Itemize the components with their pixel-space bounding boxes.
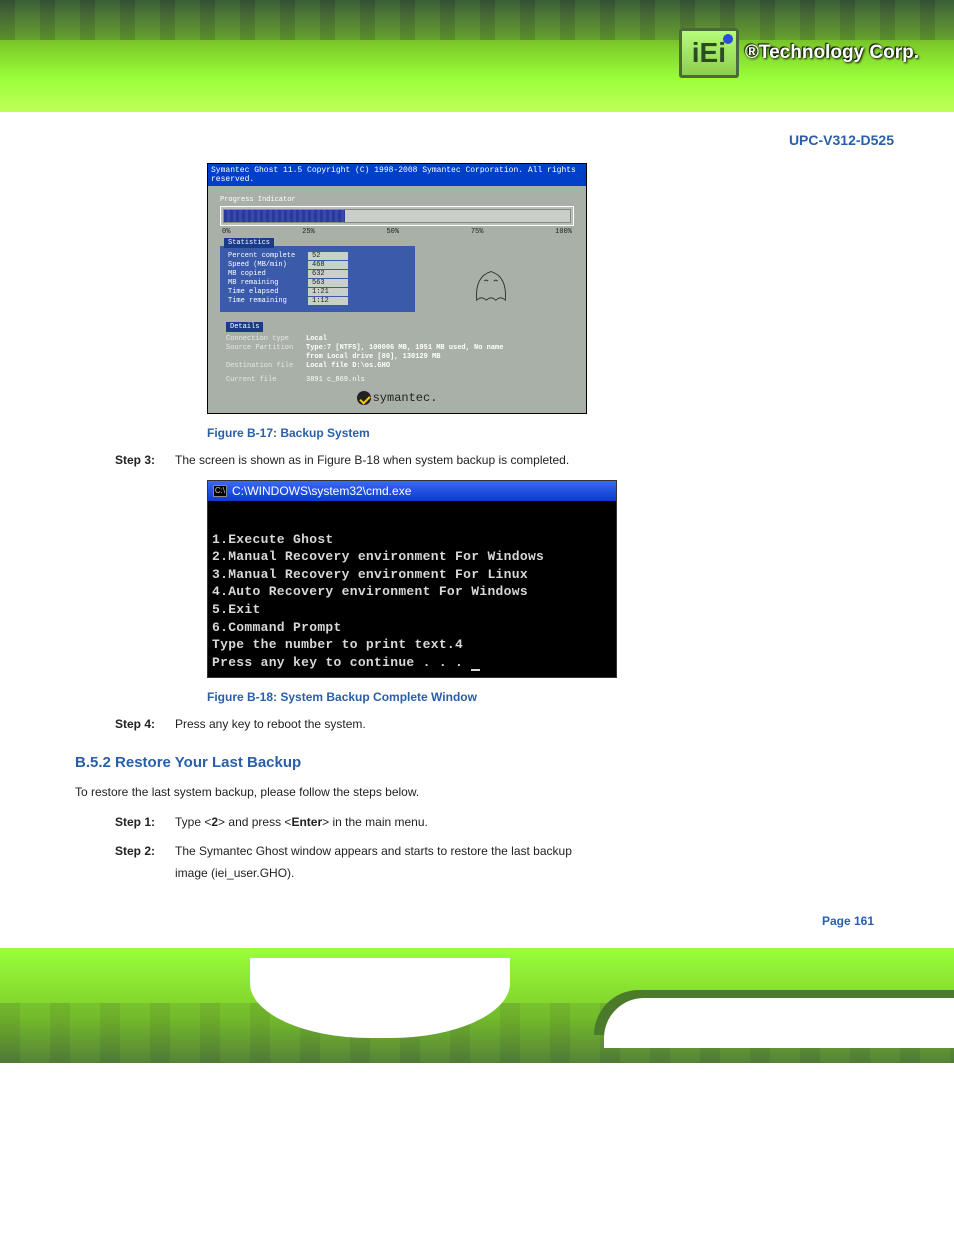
stat-val: 632: [308, 270, 348, 278]
product-title: UPC-V312-D525: [75, 132, 894, 148]
step-1-text: Step 1:Type <2> and press <Enter> in the…: [115, 812, 894, 834]
cmd-window-title-bar: C:\ C:\WINDOWS\system32\cmd.exe: [208, 481, 616, 501]
section-heading: B.5.2 Restore Your Last Backup: [75, 754, 894, 771]
detail-val: Local file D:\os.GHO: [306, 362, 390, 370]
ghost-window-title: Symantec Ghost 11.5 Copyright (C) 1998-2…: [208, 164, 586, 186]
symantec-logo: symantec.: [220, 389, 574, 407]
stat-label: Time remaining: [228, 297, 308, 305]
progress-bar: [223, 209, 571, 223]
detail-label: [226, 353, 306, 361]
stat-val: 52: [308, 252, 348, 260]
detail-label: Current file: [226, 376, 306, 384]
page-header-banner: iEi ®Technology Corp.: [0, 0, 954, 112]
section-intro-text: To restore the last system backup, pleas…: [75, 781, 894, 804]
step-4-text: Step 4:Press any key to reboot the syste…: [115, 714, 894, 736]
detail-label: Connection type: [226, 335, 306, 343]
ghost-icon: [466, 261, 516, 306]
stat-label: Speed (MB/min): [228, 261, 308, 269]
detail-val: Type:7 [NTFS], 100006 MB, 1951 MB used, …: [306, 344, 503, 352]
stat-val: 1:21: [308, 288, 348, 296]
detail-val: Local: [306, 335, 327, 343]
cmd-title-text: C:\WINDOWS\system32\cmd.exe: [232, 484, 411, 498]
cmd-console-body: 1.Execute Ghost 2.Manual Recovery enviro…: [208, 501, 616, 677]
page-number: Page 161: [75, 914, 894, 928]
figure-cmd-window: C:\ C:\WINDOWS\system32\cmd.exe 1.Execut…: [207, 480, 894, 678]
detail-label: Destination file: [226, 362, 306, 370]
stat-label: MB copied: [228, 270, 308, 278]
corp-name: ®Technology Corp.: [745, 42, 919, 64]
tick-25: 25%: [302, 228, 315, 236]
tick-0: 0%: [222, 228, 230, 236]
progress-panel-title: Progress Indicator: [220, 196, 574, 204]
figure-caption-17: Figure B-17: Backup System: [207, 426, 894, 440]
step-2-text: Step 2:The Symantec Ghost window appears…: [115, 841, 894, 884]
cmd-icon: C:\: [213, 485, 227, 497]
symantec-logo-text: symantec.: [373, 391, 438, 405]
logo-text: iEi: [692, 37, 726, 69]
tick-50: 50%: [386, 228, 399, 236]
figure-caption-18: Figure B-18: System Backup Complete Wind…: [207, 690, 894, 704]
stat-val: 563: [308, 279, 348, 287]
page-footer-banner: [0, 948, 954, 1063]
stat-val: 468: [308, 261, 348, 269]
step-3-text: Step 3:The screen is shown as in Figure …: [115, 450, 894, 472]
stat-label: Time elapsed: [228, 288, 308, 296]
details-title: Details: [226, 322, 263, 332]
figure-ghost-backup: Symantec Ghost 11.5 Copyright (C) 1998-2…: [207, 163, 894, 414]
detail-val: from Local drive [80], 130129 MB: [306, 353, 440, 361]
tick-100: 100%: [555, 228, 572, 236]
detail-label: Source Partition: [226, 344, 306, 352]
header-logo-area: iEi ®Technology Corp.: [679, 28, 919, 78]
logo-dot-icon: [723, 34, 733, 44]
stats-title: Statistics: [224, 238, 274, 248]
stat-val: 1:12: [308, 297, 348, 305]
symantec-check-icon: [357, 391, 371, 405]
stat-label: Percent complete: [228, 252, 308, 260]
tick-75: 75%: [471, 228, 484, 236]
cursor-icon: [471, 669, 480, 671]
brand-logo-icon: iEi: [679, 28, 739, 78]
detail-val: 3891 c_869.nls: [306, 376, 365, 384]
stat-label: MB remaining: [228, 279, 308, 287]
